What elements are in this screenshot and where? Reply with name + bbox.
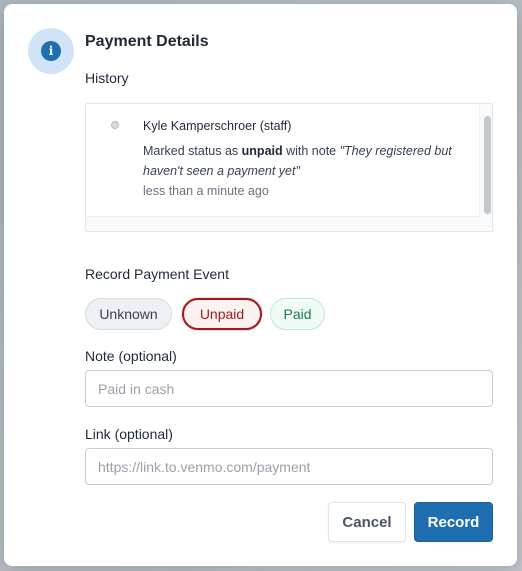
history-message: Marked status as unpaid with note "They … — [143, 141, 468, 181]
status-option-paid[interactable]: Paid — [270, 298, 325, 330]
dialog-title: Payment Details — [85, 33, 209, 50]
record-button[interactable]: Record — [414, 502, 493, 542]
cancel-button[interactable]: Cancel — [328, 502, 406, 542]
history-middle: with note — [282, 144, 340, 158]
info-icon: i — [28, 28, 74, 74]
history-scrollbar[interactable] — [484, 116, 491, 214]
info-icon-glyph: i — [41, 41, 61, 61]
timeline-dot-icon — [111, 121, 119, 129]
history-status: unpaid — [241, 144, 283, 158]
payment-details-dialog: i Payment Details History Kyle Kampersch… — [4, 4, 517, 566]
status-option-unpaid[interactable]: Unpaid — [182, 298, 262, 330]
note-input[interactable] — [85, 370, 493, 407]
link-label: Link (optional) — [85, 426, 173, 442]
history-label: History — [85, 70, 129, 86]
history-prefix: Marked status as — [143, 144, 242, 158]
link-input[interactable] — [85, 448, 493, 485]
history-author: Kyle Kamperschroer (staff) — [143, 119, 292, 133]
history-panel[interactable]: Kyle Kamperschroer (staff) Marked status… — [85, 103, 493, 232]
record-payment-label: Record Payment Event — [85, 266, 229, 282]
history-timestamp: less than a minute ago — [143, 184, 269, 198]
note-label: Note (optional) — [85, 348, 177, 364]
status-option-unknown[interactable]: Unknown — [85, 298, 172, 330]
history-entry: Kyle Kamperschroer (staff) Marked status… — [86, 104, 480, 217]
